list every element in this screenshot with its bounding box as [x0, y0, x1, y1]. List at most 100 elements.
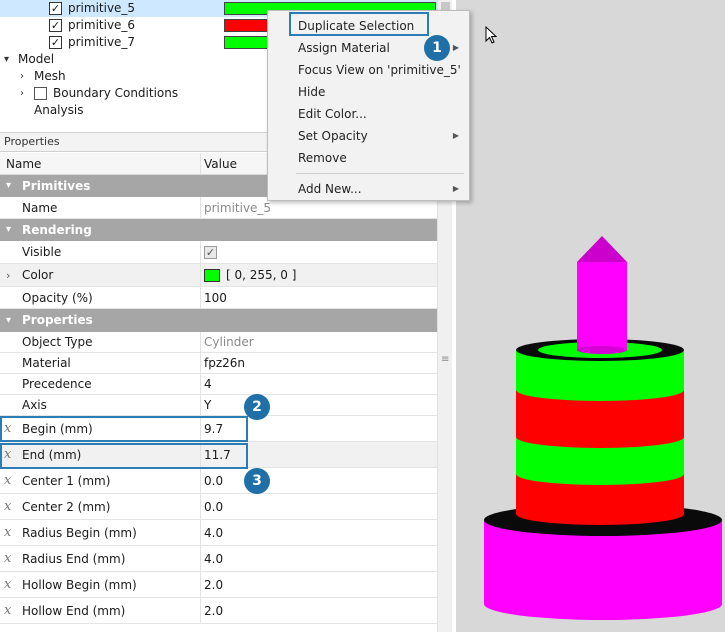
- prop-label: Center 1 (mm): [22, 474, 111, 488]
- prop-value[interactable]: 2.0: [204, 598, 223, 624]
- prop-label: Hollow Begin (mm): [22, 578, 137, 592]
- prop-label: Name: [22, 201, 58, 215]
- section-label: Properties: [22, 313, 93, 327]
- x-expression-icon: x: [4, 603, 12, 618]
- x-expression-icon: x: [4, 577, 12, 592]
- visibility-checkbox[interactable]: ✓: [49, 19, 62, 32]
- callout-badge-3: 3: [244, 468, 270, 494]
- chevron-down-icon[interactable]: ▾: [4, 51, 14, 68]
- prop-row-center-2[interactable]: x Center 2 (mm) 0.0: [0, 494, 437, 520]
- menu-item-label: Focus View on 'primitive_5': [298, 63, 461, 77]
- prop-row-hollow-begin[interactable]: x Hollow Begin (mm) 2.0: [0, 572, 437, 598]
- mouse-pointer-icon: [485, 26, 498, 44]
- prop-label: Hollow End (mm): [22, 604, 126, 618]
- prop-value[interactable]: 100: [204, 287, 227, 309]
- prop-label: Material: [22, 356, 71, 370]
- prop-label: Visible: [22, 245, 62, 259]
- prop-row-precedence[interactable]: Precedence 4: [0, 374, 437, 395]
- prop-label: Axis: [22, 398, 47, 412]
- prop-row-center-1[interactable]: x Center 1 (mm) 0.0: [0, 468, 437, 494]
- menu-item-hide[interactable]: Hide: [268, 81, 469, 103]
- tree-item-label: Boundary Conditions: [53, 86, 179, 100]
- visibility-checkbox[interactable]: [34, 87, 47, 100]
- scrollbar-grip[interactable]: ≡: [441, 355, 450, 365]
- menu-item-set-opacity[interactable]: Set Opacity ▶: [268, 125, 469, 147]
- submenu-arrow-icon: ▶: [452, 131, 459, 140]
- menu-separator: [296, 173, 464, 174]
- menu-item-focus-view[interactable]: Focus View on 'primitive_5': [268, 59, 469, 81]
- x-expression-icon: x: [4, 551, 12, 566]
- chevron-down-icon[interactable]: ▾: [6, 309, 11, 332]
- chevron-down-icon[interactable]: ▾: [6, 175, 11, 197]
- prop-value[interactable]: fpz26n: [204, 353, 245, 374]
- chevron-right-icon[interactable]: ›: [20, 85, 30, 102]
- prop-value: Cylinder: [204, 335, 254, 349]
- prop-row-object-type[interactable]: Object Type Cylinder: [0, 332, 437, 353]
- tree-item-label: primitive_6: [68, 18, 136, 32]
- 3d-model-render: [484, 236, 722, 620]
- tree-item-label: Model: [18, 52, 55, 66]
- properties-scrollbar[interactable]: ≡: [437, 153, 452, 632]
- prop-value[interactable]: 0.0: [204, 494, 223, 520]
- prop-row-opacity[interactable]: Opacity (%) 100: [0, 287, 437, 309]
- submenu-arrow-icon: ▶: [452, 184, 459, 193]
- chevron-down-icon[interactable]: ▾: [6, 219, 11, 241]
- callout-badge-2: 2: [244, 394, 270, 420]
- prop-row-radius-end[interactable]: x Radius End (mm) 4.0: [0, 546, 437, 572]
- highlight-begin: [0, 416, 248, 442]
- x-expression-icon: x: [4, 499, 12, 514]
- prop-value: primitive_5: [204, 201, 272, 215]
- prop-value[interactable]: Y: [204, 395, 211, 416]
- chevron-right-icon[interactable]: ›: [6, 264, 10, 287]
- menu-item-label: Assign Material: [298, 41, 390, 55]
- visibility-checkbox[interactable]: ✓: [49, 2, 62, 15]
- visibility-checkbox[interactable]: ✓: [49, 36, 62, 49]
- menu-item-remove[interactable]: Remove: [268, 147, 469, 169]
- menu-item-label: Add New...: [298, 182, 362, 196]
- prop-label: Object Type: [22, 335, 93, 349]
- callout-badge-1: 1: [424, 35, 450, 61]
- prop-value: [ 0, 255, 0 ]: [226, 268, 297, 282]
- chevron-right-icon[interactable]: ›: [20, 68, 30, 85]
- section-properties[interactable]: ▾ Properties: [0, 309, 437, 332]
- menu-item-label: Remove: [298, 151, 347, 165]
- prop-row-material[interactable]: Material fpz26n: [0, 353, 437, 374]
- prop-label: Center 2 (mm): [22, 500, 111, 514]
- prop-row-hollow-end[interactable]: x Hollow End (mm) 2.0: [0, 598, 437, 624]
- section-label: Rendering: [22, 223, 92, 237]
- prop-value[interactable]: 4.0: [204, 546, 223, 572]
- prop-label: Color: [22, 268, 54, 282]
- x-expression-icon: x: [4, 473, 12, 488]
- prop-label: Opacity (%): [22, 291, 93, 305]
- 3d-viewport[interactable]: [456, 0, 725, 632]
- menu-item-add-new[interactable]: Add New... ▶: [268, 178, 469, 200]
- prop-row-axis[interactable]: Axis Y: [0, 395, 437, 416]
- column-header-name[interactable]: Name: [6, 153, 41, 175]
- color-swatch[interactable]: [204, 269, 220, 282]
- column-header-value[interactable]: Value: [204, 153, 237, 175]
- visible-checkbox[interactable]: ✓: [204, 246, 217, 259]
- menu-item-label: Edit Color...: [298, 107, 367, 121]
- prop-label: Precedence: [22, 377, 92, 391]
- prop-row-color[interactable]: › Color [ 0, 255, 0 ]: [0, 264, 437, 287]
- highlight-duplicate-selection: [289, 12, 429, 36]
- menu-item-label: Set Opacity: [298, 129, 368, 143]
- prop-row-visible[interactable]: Visible ✓: [0, 241, 437, 264]
- tree-item-label: primitive_7: [68, 35, 136, 49]
- prop-value[interactable]: 4.0: [204, 520, 223, 546]
- menu-item-edit-color[interactable]: Edit Color...: [268, 103, 469, 125]
- prop-label: Radius Begin (mm): [22, 526, 137, 540]
- prop-value[interactable]: 4: [204, 374, 212, 395]
- prop-row-radius-begin[interactable]: x Radius Begin (mm) 4.0: [0, 520, 437, 546]
- section-label: Primitives: [22, 179, 91, 193]
- section-rendering[interactable]: ▾ Rendering: [0, 219, 437, 241]
- highlight-end: [0, 443, 248, 469]
- prop-label: Radius End (mm): [22, 552, 126, 566]
- tree-item-label: primitive_5: [68, 1, 136, 15]
- x-expression-icon: x: [4, 525, 12, 540]
- prop-value[interactable]: 2.0: [204, 572, 223, 598]
- prop-value[interactable]: 0.0: [204, 468, 223, 494]
- tree-item-label: Analysis: [34, 103, 84, 117]
- submenu-arrow-icon: ▶: [452, 43, 459, 52]
- tree-item-label: Mesh: [34, 69, 66, 83]
